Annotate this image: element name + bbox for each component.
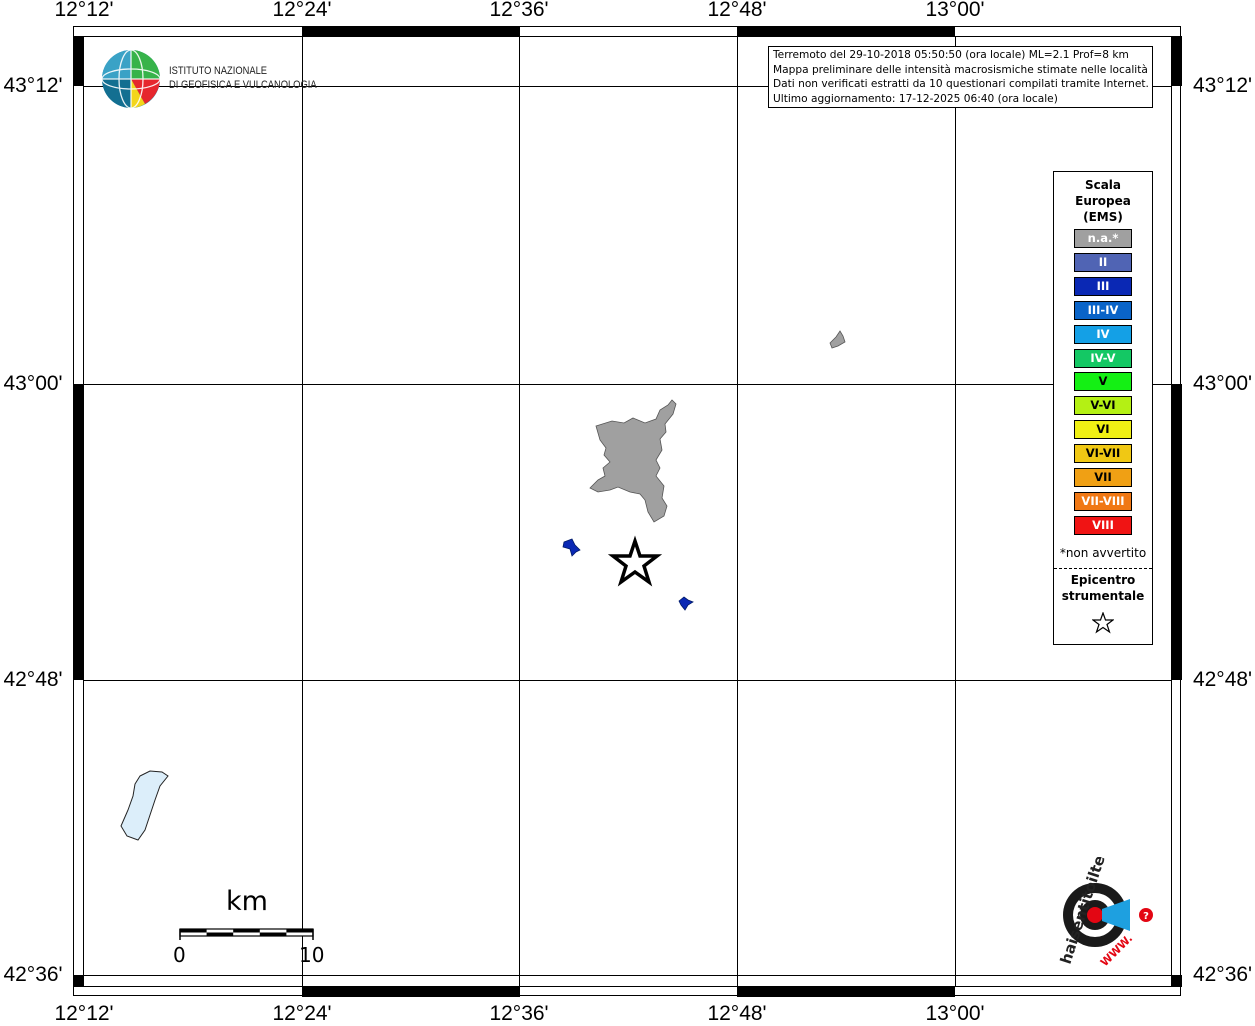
- legend-swatch-vii: VII: [1074, 468, 1132, 487]
- legend-title-line2: Europea: [1075, 194, 1131, 208]
- legend-swatch-viii: VIII: [1074, 515, 1132, 535]
- legend-swatch-iii-iv: III-IV: [1074, 300, 1132, 320]
- legend-epicenter-line2: strumentale: [1061, 589, 1145, 603]
- scale-end-label: 10: [299, 943, 325, 967]
- svg-text:?: ?: [1143, 911, 1149, 922]
- legend-swatch-iii: III: [1074, 276, 1132, 296]
- legend-swatch-ii: II: [1074, 252, 1132, 272]
- legend-swatch-n-a: n.a.*: [1074, 229, 1132, 248]
- locality-area-na-small[interactable]: [829, 330, 846, 349]
- legend-swatch-v: V: [1074, 372, 1132, 392]
- legend-star-icon: [1092, 612, 1114, 634]
- event-info-line4: Ultimo aggiornamento: 17-12-2025 06:40 (…: [773, 92, 1058, 105]
- scale-start-label: 0: [173, 943, 186, 967]
- event-info-line1: Terremoto del 29-10-2018 05:50:50 (ora l…: [773, 49, 1129, 61]
- legend-swatch-v-vi: V-VI: [1074, 396, 1132, 416]
- legend-swatch-iv: IV: [1074, 324, 1132, 344]
- legend-epicenter-label: Epicentro strumentale: [1054, 572, 1152, 604]
- event-info-line2: Mappa preliminare delle intensità macros…: [773, 63, 1148, 76]
- legend-title-line3: (EMS): [1083, 210, 1123, 224]
- legend-swatch-vi-vii: VI-VII: [1074, 444, 1132, 464]
- legend-title: Scala Europea (EMS): [1054, 177, 1152, 225]
- event-info-line3: Dati non verificati estratti da 10 quest…: [773, 78, 1149, 90]
- epicenter-star-icon[interactable]: [607, 535, 663, 587]
- ingv-logo-line2: DI GEOFISICA E VULCANOLOGIA: [169, 79, 317, 91]
- legend-swatch-vi: VI: [1074, 420, 1132, 440]
- locality-area-iii-east[interactable]: [678, 596, 694, 611]
- legend-separator: [1054, 568, 1152, 569]
- legend-swatch-vii-viii: VII-VIII: [1074, 491, 1132, 511]
- legend-note: *non avvertito: [1059, 546, 1147, 560]
- event-info-box: Terremoto del 29-10-2018 05:50:50 (ora l…: [768, 46, 1153, 108]
- scale-unit-label: km: [226, 886, 268, 917]
- ingv-logo-text: ISTITUTO NAZIONALE DI GEOFISICA E VULCAN…: [169, 64, 317, 92]
- legend-epicenter-line1: Epicentro: [1070, 573, 1136, 587]
- legend-title-line1: Scala: [1084, 178, 1122, 192]
- scale-bar: [179, 928, 314, 940]
- ingv-logo-line1: ISTITUTO NAZIONALE: [169, 65, 268, 77]
- ingv-globe-logo: [101, 49, 161, 109]
- ems-legend: Scala Europea (EMS) n.a.* II III III-IV IV IV…: [1053, 171, 1153, 645]
- locality-area-iii-west[interactable]: [562, 538, 581, 557]
- locality-area-na[interactable]: [589, 399, 677, 523]
- legend-swatch-iv-v: IV-V: [1074, 348, 1132, 368]
- lake-area: [120, 770, 169, 841]
- haisentito-logo: ? haisentitoilterremoto.it WWW.: [1057, 857, 1153, 969]
